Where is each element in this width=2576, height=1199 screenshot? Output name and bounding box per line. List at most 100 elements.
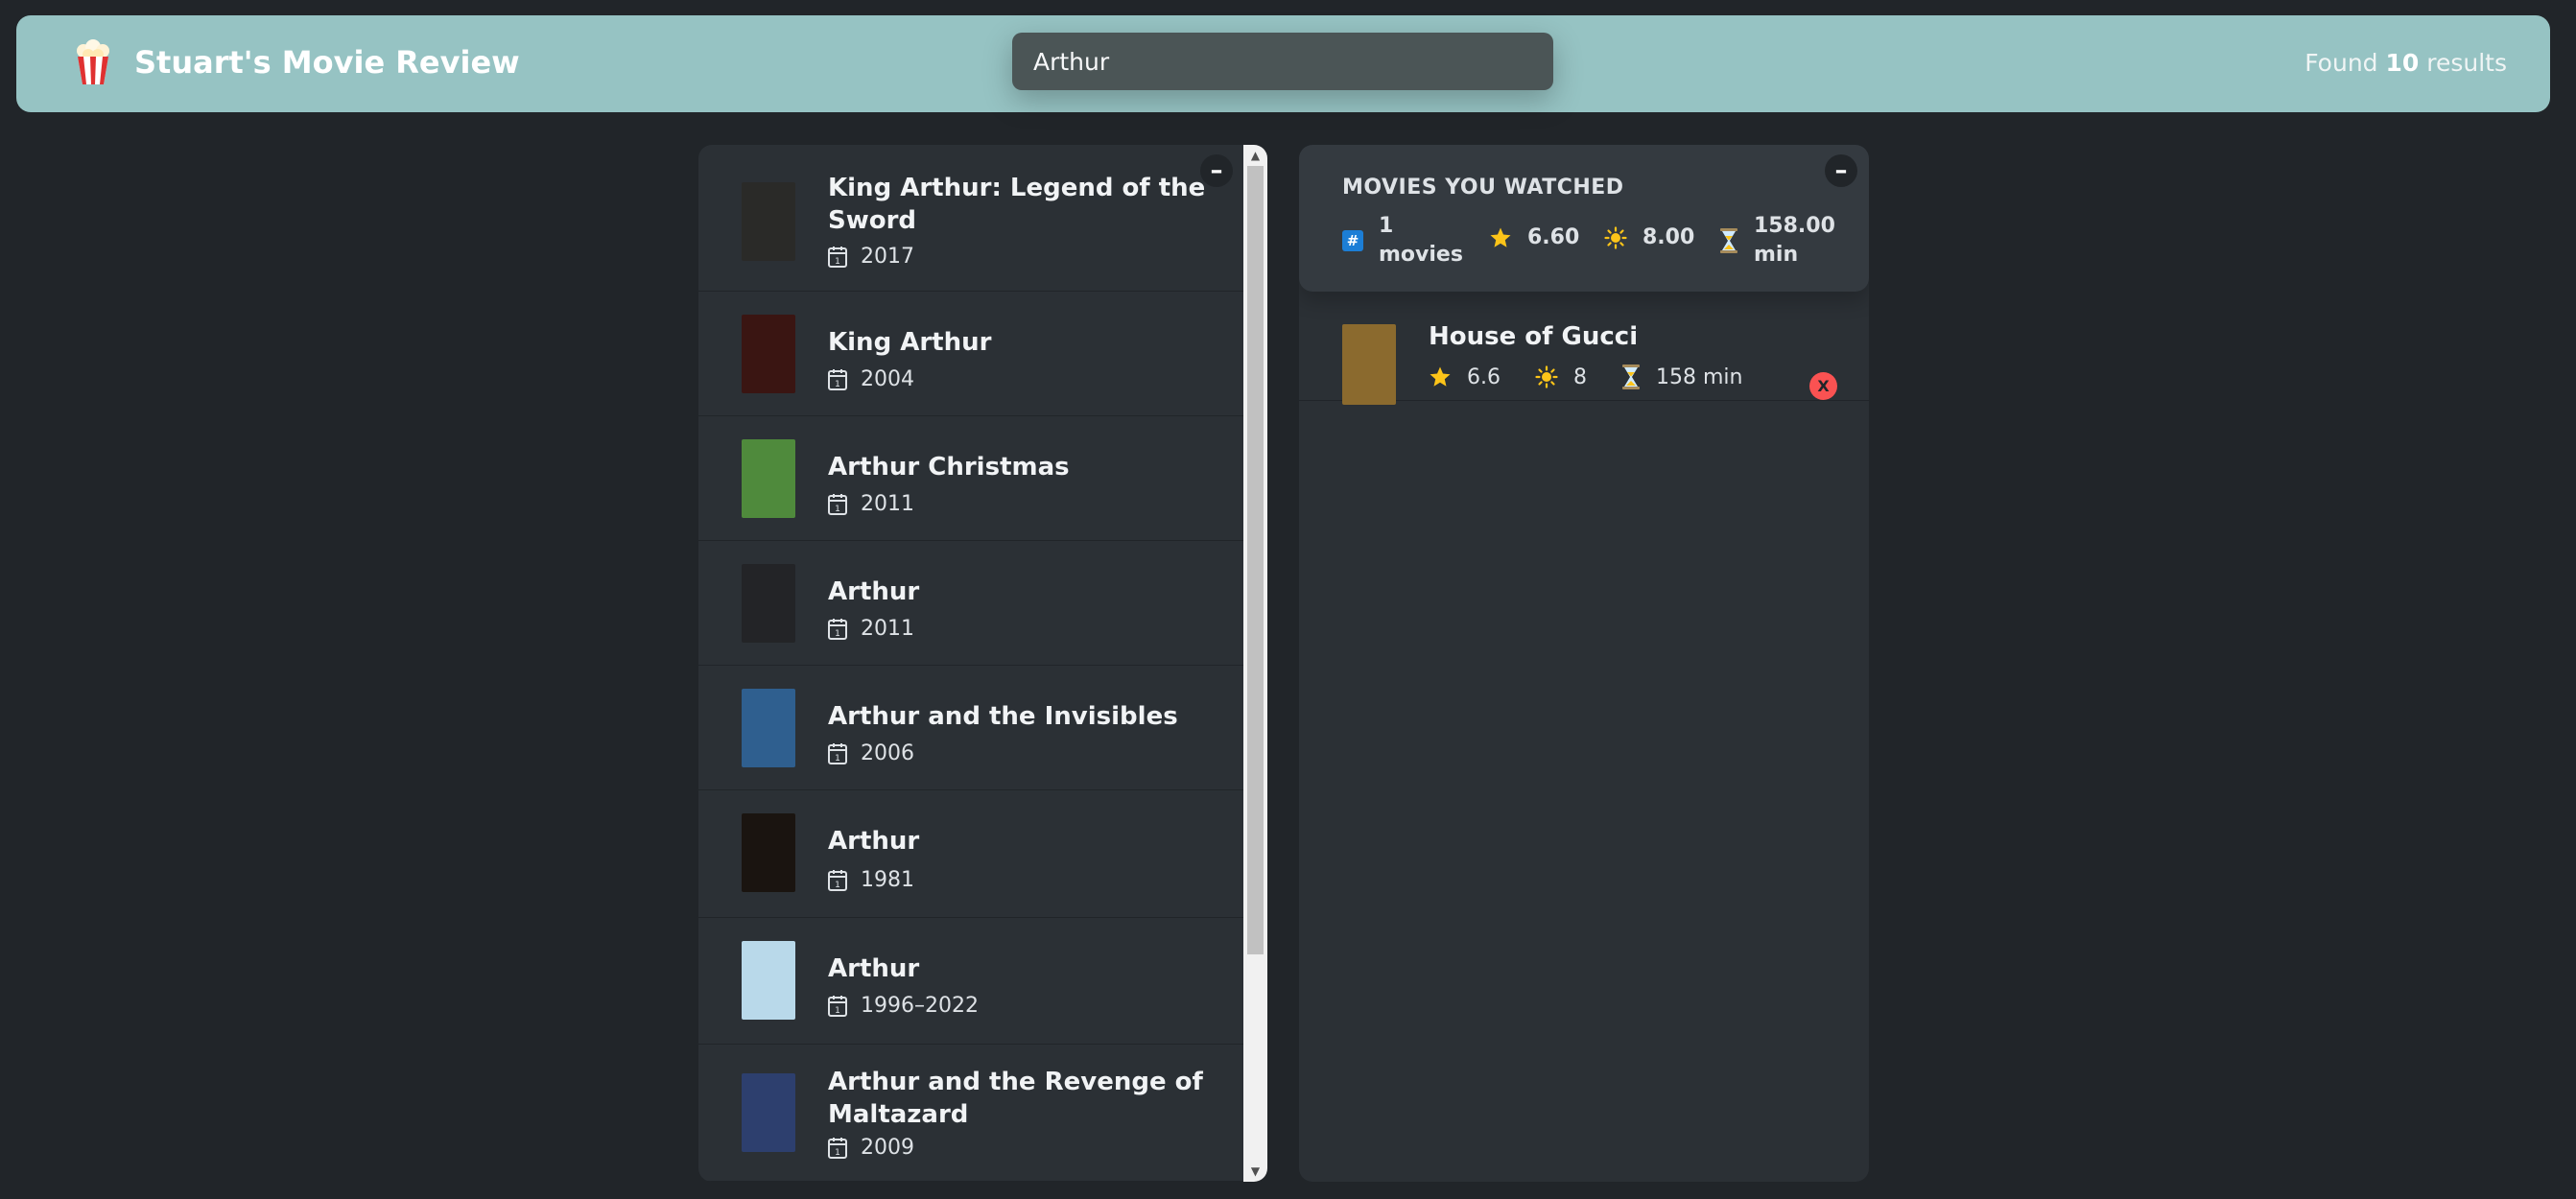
movie-poster (742, 1073, 795, 1152)
svg-text:1: 1 (835, 629, 840, 639)
hourglass-icon (1622, 364, 1640, 389)
runtime-unit: min (1754, 243, 1799, 267)
movie-list-item[interactable]: Arthur 1 2011 (698, 541, 1243, 666)
movie-year-value: 1996–2022 (861, 994, 979, 1018)
calendar-icon: 1 (828, 870, 847, 891)
scroll-up-arrow-icon[interactable]: ▲ (1243, 145, 1267, 166)
movie-list: King Arthur: Legend of the Sword 1 2017 Kin… (698, 145, 1243, 1182)
results-scrollbar[interactable]: ▲ ▼ (1243, 145, 1267, 1182)
watched-stats: 6.6 8 158 min (1429, 364, 1777, 389)
watched-user-value: 8 (1573, 364, 1587, 389)
movie-year: 1 2011 (828, 616, 914, 643)
watched-imdb-value: 6.6 (1467, 364, 1501, 389)
stat-user-rating: 8.00 (1604, 223, 1694, 252)
summary-heading: MOVIES YOU WATCHED (1342, 176, 1624, 200)
logo: Stuart's Movie Review (69, 38, 520, 86)
svg-text:1: 1 (835, 754, 840, 764)
svg-text:1: 1 (835, 1006, 840, 1016)
movie-poster (742, 439, 795, 518)
calendar-icon: 1 (828, 996, 847, 1017)
movie-poster (742, 182, 795, 261)
avg-user-value: 8.00 (1642, 225, 1695, 249)
search-input[interactable] (1012, 33, 1553, 90)
movie-title: King Arthur: Legend of the Sword (828, 174, 1206, 235)
watched-title: House of Gucci (1429, 322, 1639, 351)
stat-runtime: 158.00 min (1719, 212, 1835, 270)
collapse-watched-button[interactable]: – (1825, 154, 1857, 187)
calendar-icon: 1 (828, 619, 847, 640)
stat-imdb-rating: 6.60 (1489, 223, 1579, 252)
calendar-icon: 1 (828, 1138, 847, 1159)
found-prefix: Found (2304, 49, 2378, 77)
star-icon (1430, 366, 1451, 387)
watched-summary: MOVIES YOU WATCHED # 1 movies 6.60 8.00 … (1299, 145, 1869, 292)
movie-year: 1 2009 (828, 1135, 914, 1162)
avg-runtime-value: 158.00 (1754, 214, 1835, 238)
count-unit: movies (1379, 243, 1463, 267)
watched-imdb-rating: 6.6 (1429, 365, 1501, 389)
watched-movie-item: House of Gucci 6.6 8 158 min (1299, 292, 1869, 405)
hourglass-icon (1720, 228, 1737, 253)
movie-poster (742, 689, 795, 767)
sun-icon (1535, 365, 1558, 388)
calendar-icon: 1 (828, 494, 847, 515)
movie-poster (742, 315, 795, 393)
movie-title: Arthur and the Invisibles (828, 702, 1178, 731)
movie-year-value: 2011 (861, 617, 914, 641)
movie-list-item[interactable]: Arthur 1 1996–2022 (698, 918, 1243, 1045)
watched-poster (1342, 324, 1396, 405)
movie-year: 1 1981 (828, 867, 914, 894)
movie-year: 1 2011 (828, 491, 914, 518)
search-results-box: King Arthur: Legend of the Sword 1 2017 Kin… (698, 145, 1267, 1182)
movie-list-item[interactable]: Arthur 1 1981 (698, 790, 1243, 918)
movie-year-value: 1981 (861, 868, 914, 892)
movie-poster (742, 941, 795, 1020)
nav-bar: Stuart's Movie Review Found 10 results (16, 15, 2550, 112)
delete-watched-button[interactable]: X (1809, 372, 1837, 400)
stat-movie-count: # 1 movies (1342, 212, 1463, 270)
results-count: Found 10 results (2304, 46, 2507, 81)
calendar-icon: 1 (828, 247, 847, 268)
watched-runtime: 158 min (1621, 364, 1742, 389)
movie-list-item[interactable]: King Arthur 1 2004 (698, 292, 1243, 416)
movie-title: Arthur (828, 954, 920, 983)
hash-icon: # (1342, 230, 1363, 251)
scrollbar-thumb[interactable] (1247, 166, 1264, 954)
watched-box: MOVIES YOU WATCHED # 1 movies 6.60 8.00 … (1299, 145, 1869, 1182)
movie-year-value: 2006 (861, 741, 914, 765)
movie-list-item[interactable]: Arthur Christmas 1 2011 (698, 416, 1243, 541)
popcorn-icon (77, 39, 109, 84)
svg-text:1: 1 (835, 881, 840, 890)
scroll-down-arrow-icon[interactable]: ▼ (1243, 1161, 1267, 1182)
calendar-icon: 1 (828, 369, 847, 390)
movie-year-value: 2011 (861, 492, 914, 516)
svg-text:1: 1 (835, 380, 840, 389)
watched-user-rating: 8 (1535, 365, 1587, 389)
movie-title: King Arthur (828, 328, 992, 357)
found-number: 10 (2385, 49, 2420, 77)
collapse-results-button[interactable]: – (1200, 154, 1233, 187)
found-suffix: results (2426, 49, 2507, 77)
svg-text:1: 1 (835, 257, 840, 267)
movie-poster (742, 813, 795, 892)
movie-list-item[interactable]: Arthur and the Revenge of Maltazard 1 2009 (698, 1045, 1243, 1182)
movie-year-value: 2004 (861, 367, 914, 391)
movie-list-item[interactable]: King Arthur: Legend of the Sword 1 2017 (698, 145, 1243, 292)
movie-title: Arthur and the Revenge of Maltazard (828, 1068, 1203, 1129)
svg-text:#: # (1347, 232, 1359, 249)
svg-text:1: 1 (835, 1148, 840, 1158)
movie-list-item[interactable]: Arthur and the Invisibles 1 2006 (698, 666, 1243, 790)
svg-text:1: 1 (835, 505, 840, 514)
movie-year: 1 2017 (828, 244, 914, 270)
movie-title: Arthur Christmas (828, 453, 1070, 482)
calendar-icon: 1 (828, 743, 847, 764)
watched-runtime-value: 158 min (1656, 364, 1743, 389)
app-title: Stuart's Movie Review (134, 44, 520, 81)
movie-year-value: 2017 (861, 245, 914, 269)
movie-poster (742, 564, 795, 643)
star-icon (1490, 227, 1511, 247)
movie-year: 1 2006 (828, 741, 914, 767)
avg-imdb-value: 6.60 (1527, 225, 1580, 249)
sun-icon (1604, 226, 1627, 249)
movie-year: 1 2004 (828, 366, 914, 393)
